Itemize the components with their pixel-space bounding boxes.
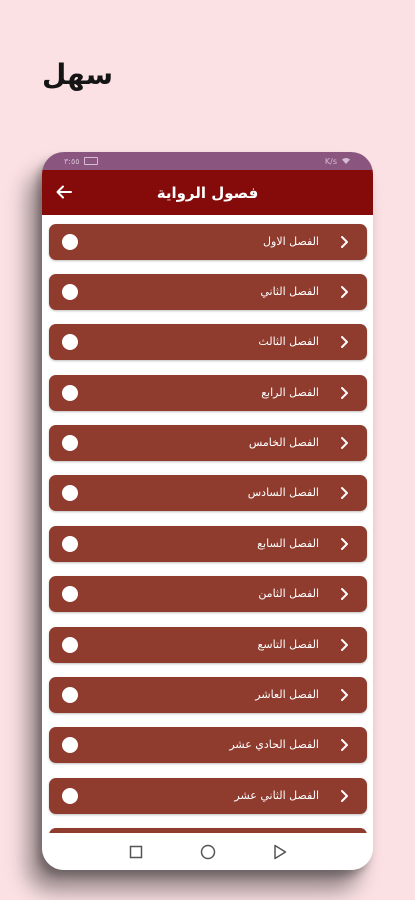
radio-icon[interactable] <box>62 737 78 753</box>
chapter-row[interactable]: الفصل الخامس <box>49 425 367 461</box>
radio-icon[interactable] <box>62 788 78 804</box>
arrow-left-icon <box>56 185 72 199</box>
status-time: ٣:٥٥ <box>64 156 80 166</box>
chapter-row[interactable]: الفصل التاسع <box>49 627 367 663</box>
chevron-right-icon <box>341 487 348 499</box>
chevron-right-icon <box>341 790 348 802</box>
chapter-row[interactable]: الفصل العاشر <box>49 677 367 713</box>
chapter-label: الفصل العاشر <box>255 688 319 701</box>
chapter-label: الفصل التاسع <box>257 638 320 651</box>
radio-icon[interactable] <box>62 586 78 602</box>
chevron-right-icon <box>341 336 348 348</box>
status-bar: ٣:٥٥ K/s <box>42 152 373 170</box>
chapter-list[interactable]: الفصل الاول الفصل الثاني الفصل الثالث ال… <box>42 215 373 833</box>
status-left: ٣:٥٥ <box>64 157 98 166</box>
chapter-row[interactable]: الفصل السابع <box>49 526 367 562</box>
chapter-row[interactable]: الفصل الاول <box>49 224 367 260</box>
chapter-row[interactable]: الفصل السادس <box>49 475 367 511</box>
chapter-label: الفصل الرابع <box>261 386 319 399</box>
recents-button[interactable] <box>127 843 145 861</box>
chapter-row[interactable]: الفصل الحادي عشر <box>49 727 367 763</box>
radio-icon[interactable] <box>62 435 78 451</box>
chapter-row[interactable]: الفصل الثاني <box>49 274 367 310</box>
chapter-label: الفصل الحادي عشر <box>229 738 319 751</box>
system-nav-bar <box>42 833 373 870</box>
radio-icon[interactable] <box>62 485 78 501</box>
radio-icon[interactable] <box>62 536 78 552</box>
phone-screen: ٣:٥٥ K/s فصول الرواية الفصل الاول الفصل … <box>42 152 373 870</box>
chapter-row[interactable]: الفصل الثاني عشر <box>49 778 367 814</box>
recents-square-icon <box>129 845 142 858</box>
radio-icon[interactable] <box>62 284 78 300</box>
promo-title: سهل <box>42 58 114 91</box>
back-triangle-icon <box>273 844 286 859</box>
battery-icon <box>83 157 98 165</box>
chapter-row[interactable]: الفصل الثامن <box>49 576 367 612</box>
radio-icon[interactable] <box>62 385 78 401</box>
back-button[interactable] <box>54 182 74 202</box>
radio-icon[interactable] <box>62 687 78 703</box>
chevron-right-icon <box>341 538 348 550</box>
radio-icon[interactable] <box>62 334 78 350</box>
chapter-label: الفصل الثاني <box>260 285 319 298</box>
chapter-label: الفصل الثامن <box>258 587 319 600</box>
chevron-right-icon <box>341 588 348 600</box>
app-bar: فصول الرواية <box>42 170 373 215</box>
chapter-label: الفصل السابع <box>257 537 319 550</box>
network-speed: K/s <box>324 156 337 166</box>
chevron-right-icon <box>341 387 348 399</box>
home-circle-icon <box>200 844 215 859</box>
chapter-label: الفصل الخامس <box>248 436 319 449</box>
chevron-right-icon <box>341 236 348 248</box>
app-title: فصول الرواية <box>156 183 259 202</box>
chevron-right-icon <box>341 739 348 751</box>
radio-icon[interactable] <box>62 637 78 653</box>
chapter-label: الفصل السادس <box>247 486 319 499</box>
chapter-row[interactable]: الفصل الرابع <box>49 375 367 411</box>
home-button[interactable] <box>199 843 217 861</box>
chevron-right-icon <box>341 639 348 651</box>
chapter-label: الفصل الثالث <box>258 335 319 348</box>
chapter-label: الفصل الثاني عشر <box>234 789 319 802</box>
chapter-label: الفصل الاول <box>263 235 319 248</box>
chapter-row[interactable]: الفصل الثالث <box>49 324 367 360</box>
chevron-right-icon <box>341 437 348 449</box>
wifi-icon <box>342 158 350 164</box>
chevron-right-icon <box>341 286 348 298</box>
nav-back-button[interactable] <box>271 843 289 861</box>
chevron-right-icon <box>341 689 348 701</box>
radio-icon[interactable] <box>62 234 78 250</box>
status-right: K/s <box>325 157 351 166</box>
